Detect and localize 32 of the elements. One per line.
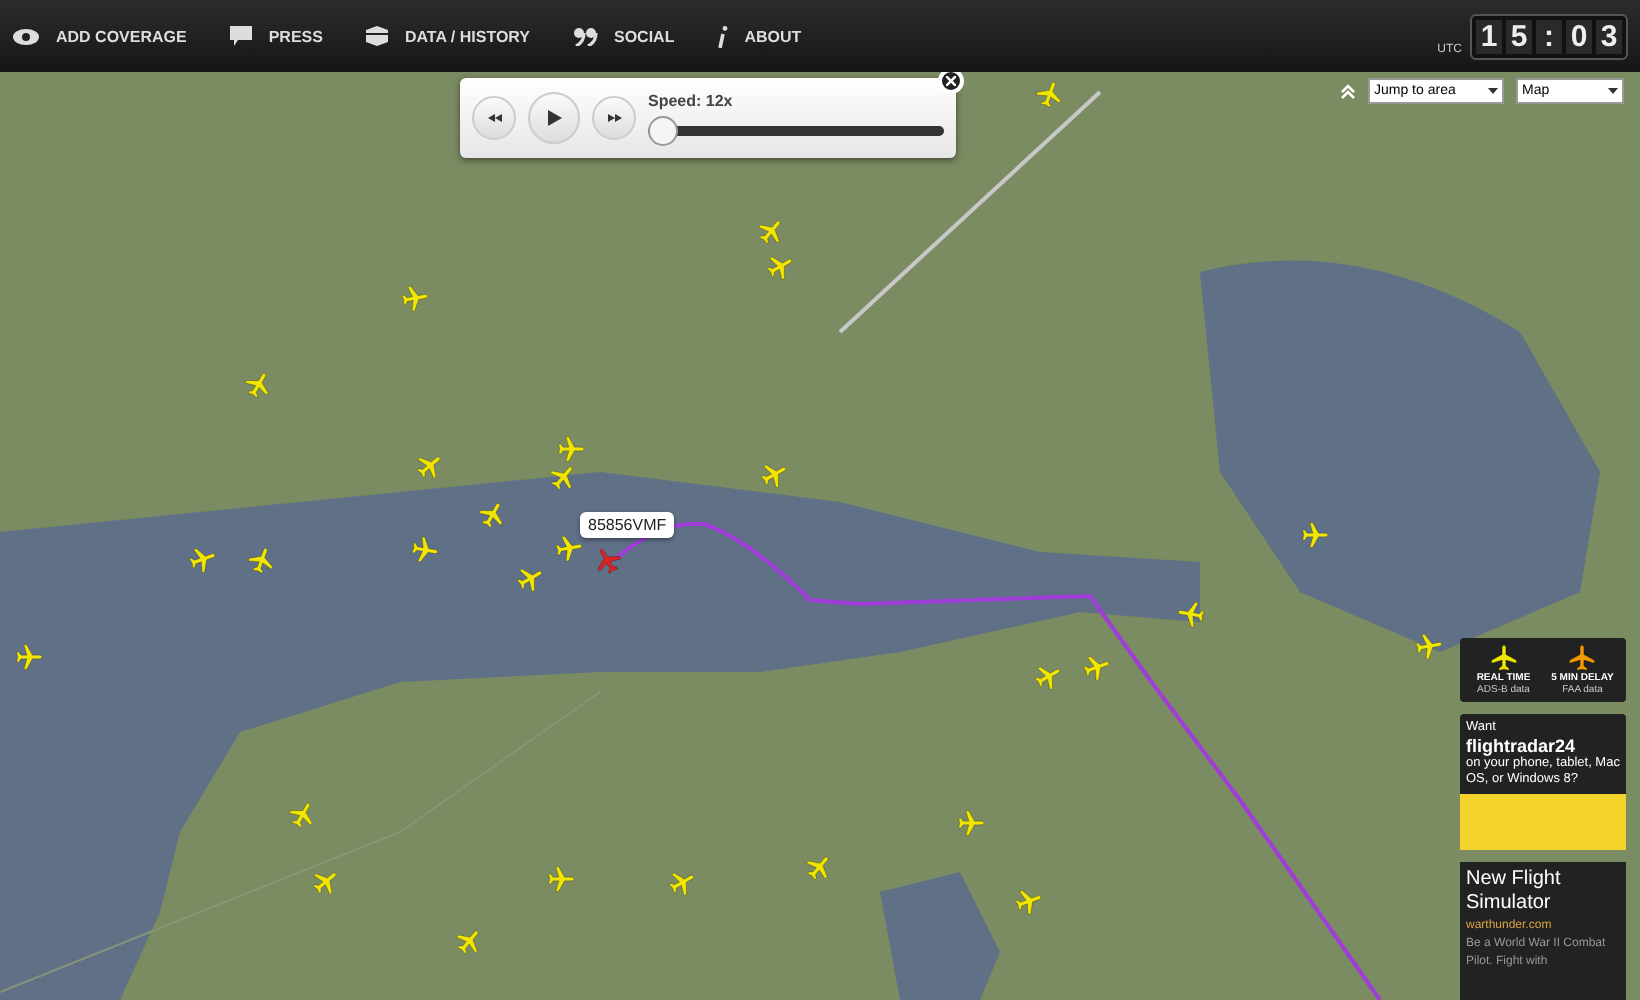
promo-logo: flightradar24 [1466, 736, 1576, 757]
dropdown-caret-icon [1608, 88, 1618, 94]
speech-bubble-icon [230, 26, 253, 46]
play-button[interactable] [528, 92, 580, 144]
info-icon [718, 25, 729, 47]
clock-digit: 3 [1596, 19, 1622, 53]
toolbar-link[interactable]: DATA / HISTORY [366, 26, 530, 46]
toolbar-link[interactable]: PRESS [230, 26, 323, 46]
slider-thumb[interactable] [648, 115, 678, 145]
clock-digit: : [1536, 19, 1562, 53]
rewind-icon [487, 114, 501, 122]
toolbar-link[interactable]: ABOUT [718, 25, 802, 47]
close-button[interactable] [938, 72, 964, 94]
clock-digit: 0 [1566, 19, 1592, 53]
collapse-chevron-icon[interactable] [1340, 83, 1356, 99]
speed-slider[interactable] [648, 115, 944, 145]
clock-digit: 1 [1476, 19, 1502, 53]
box-icon [366, 26, 389, 46]
quote-icon [574, 27, 598, 45]
toolbar-link[interactable]: SOCIAL [574, 27, 675, 45]
ad-title: New Flight Simulator [1466, 868, 1563, 917]
play-icon [547, 110, 561, 126]
eye-icon [12, 27, 40, 45]
fast-forward-button[interactable] [592, 96, 636, 140]
toolbar-link[interactable]: ADD COVERAGE [12, 27, 187, 45]
fast-forward-icon [607, 114, 621, 122]
flight-label: 85856VMF [580, 512, 675, 538]
clock-digit: 5 [1506, 19, 1532, 53]
rewind-button[interactable] [472, 96, 516, 140]
close-icon [946, 76, 956, 86]
speed-label: Speed: 12x [648, 91, 735, 109]
dropdown-caret-icon [1488, 88, 1498, 94]
